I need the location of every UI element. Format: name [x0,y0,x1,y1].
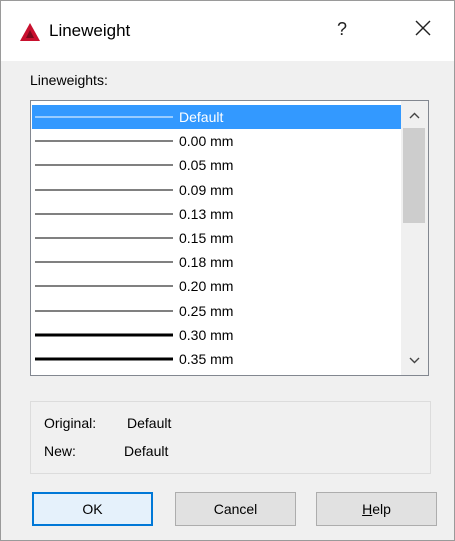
original-label: Original: [44,415,97,431]
lineweight-item-label: 0.18 mm [179,254,234,271]
scroll-down-arrow-icon[interactable] [401,350,428,370]
new-label: New: [44,443,76,459]
lineweight-list-item[interactable]: 0.13 mm [32,202,401,226]
lineweight-list-item[interactable]: 0.20 mm [32,274,401,298]
help-button[interactable]: Help [316,492,437,526]
lineweight-sample-line [35,237,173,239]
lineweight-list-item[interactable]: 0.18 mm [32,250,401,274]
help-label-rest: elp [372,501,391,517]
lineweight-sample-line [35,333,173,337]
lineweight-info-panel: Original: Default New: Default [30,401,431,474]
lineweight-item-label: 0.13 mm [179,205,234,222]
vertical-scrollbar[interactable] [401,101,428,375]
lineweight-sample-line [35,189,173,191]
scroll-up-arrow-icon[interactable] [401,106,428,126]
cancel-button[interactable]: Cancel [175,492,296,526]
window-title: Lineweight [49,21,131,40]
lineweight-sample-line [35,310,173,312]
lineweight-dialog: Lineweight ? Lineweights: Default 0.00 mm… [0,0,455,541]
lineweight-item-label: 0.09 mm [179,181,234,198]
lineweights-label: Lineweights: [30,72,108,88]
lineweight-sample-line [35,261,173,263]
lineweight-item-label: 0.25 mm [179,302,234,319]
original-value: Default [127,415,172,431]
lineweight-list-item[interactable]: 0.05 mm [32,153,401,177]
lineweight-item-label: 0.20 mm [179,278,234,295]
lineweight-sample-line [35,213,173,215]
lineweight-list: Default 0.00 mm 0.05 mm 0.09 mm 0.13 mm 0.15 … [32,105,401,371]
lineweight-item-label: 0.30 mm [179,326,234,343]
lineweight-listbox[interactable]: Default 0.00 mm 0.05 mm 0.09 mm 0.13 mm 0.15 … [30,100,429,376]
lineweight-sample-line [35,140,173,142]
autocad-logo-icon [20,23,40,41]
lineweight-item-label: Default [179,109,224,126]
lineweight-list-item[interactable]: 0.25 mm [32,299,401,323]
lineweight-sample-line [35,285,173,287]
lineweight-sample-line [35,357,173,361]
new-value: Default [124,443,169,459]
ok-button[interactable]: OK [32,492,153,526]
lineweight-item-label: 0.00 mm [179,133,234,150]
help-question-button[interactable]: ? [337,19,347,40]
lineweight-list-item[interactable]: 0.15 mm [32,226,401,250]
scrollbar-thumb[interactable] [403,128,425,223]
help-mnemonic: H [362,501,373,517]
lineweight-item-label: 0.15 mm [179,230,234,247]
lineweight-list-item[interactable]: 0.30 mm [32,323,401,347]
lineweight-list-item[interactable]: 0.00 mm [32,129,401,153]
lineweight-list-item[interactable]: 0.09 mm [32,178,401,202]
title-bar: Lineweight ? [1,1,454,61]
close-icon[interactable] [413,18,433,38]
lineweight-item-label: 0.35 mm [179,350,234,367]
lineweight-sample-line [35,116,173,118]
lineweight-sample-line [35,164,173,166]
lineweight-list-item[interactable]: 0.35 mm [32,347,401,371]
lineweight-item-label: 0.05 mm [179,157,234,174]
lineweight-list-item[interactable]: Default [32,105,401,130]
